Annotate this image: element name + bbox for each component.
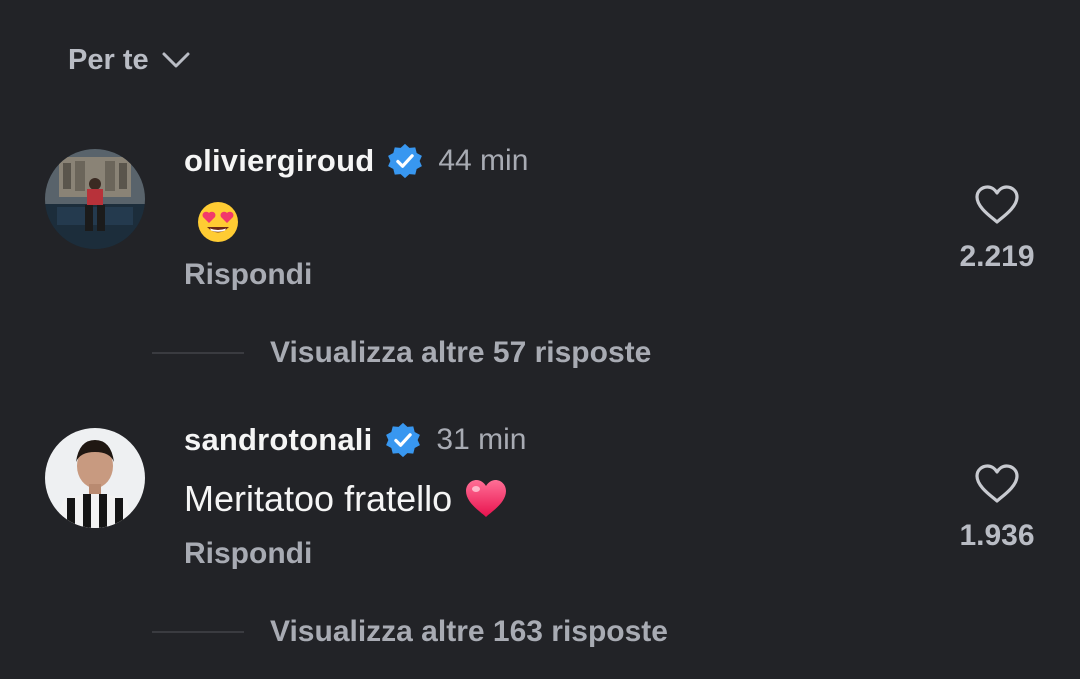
red-heart-emoji-icon: [466, 480, 507, 517]
comment-header: oliviergiroud 44 min: [184, 141, 528, 181]
sort-label: Per te: [68, 43, 149, 76]
reply-button[interactable]: Rispondi: [184, 258, 312, 292]
comment-time: 44 min: [438, 144, 529, 177]
like-control: 2.219: [952, 184, 1042, 274]
comment-body: Meritatoo fratello: [184, 478, 453, 519]
view-more-replies[interactable]: Visualizza altre 163 risposte: [152, 615, 668, 649]
comments-panel: Per te oliviergiroud 44 min Rispondi 2.2…: [0, 0, 1080, 679]
username[interactable]: sandrotonali: [184, 422, 372, 458]
heart-eyes-emoji-icon: [198, 202, 238, 242]
view-more-replies[interactable]: Visualizza altre 57 risposte: [152, 336, 651, 370]
heart-outline-icon[interactable]: [973, 463, 1021, 505]
like-control: 1.936: [952, 463, 1042, 553]
comment-header: sandrotonali 31 min: [184, 420, 526, 460]
view-more-replies-label: Visualizza altre 163 risposte: [270, 615, 668, 648]
comment-text: Meritatoo fratello: [184, 478, 508, 520]
like-count: 1.936: [959, 519, 1035, 552]
view-more-replies-label: Visualizza altre 57 risposte: [270, 336, 652, 369]
comment-text: [184, 200, 240, 244]
verified-badge-icon: [386, 422, 421, 458]
avatar[interactable]: [45, 428, 145, 528]
username[interactable]: oliviergiroud: [184, 143, 374, 179]
divider-line: [152, 631, 244, 633]
reply-button[interactable]: Rispondi: [184, 537, 312, 571]
comment-time: 31 min: [436, 423, 527, 456]
sort-dropdown[interactable]: Per te: [68, 40, 191, 80]
divider-line: [152, 352, 244, 354]
chevron-down-icon: [162, 52, 190, 68]
heart-outline-icon[interactable]: [973, 184, 1021, 226]
like-count: 2.219: [959, 240, 1035, 273]
verified-badge-icon: [388, 143, 423, 179]
avatar[interactable]: [45, 149, 145, 249]
